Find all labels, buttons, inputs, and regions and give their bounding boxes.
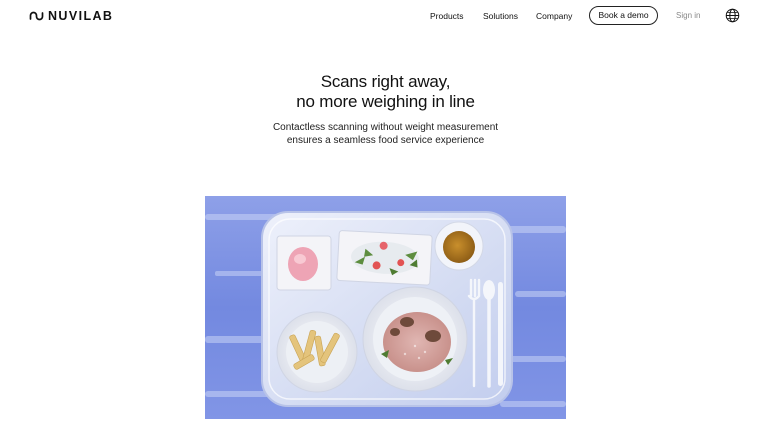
food-tray-illustration <box>205 196 566 419</box>
nav-link-solutions[interactable]: Solutions <box>483 10 518 22</box>
side-plate <box>276 311 358 393</box>
nuvilab-logo-icon <box>29 11 44 21</box>
hero-subtitle-line: Contactless scanning without weight meas… <box>272 122 499 133</box>
globe-icon[interactable] <box>725 8 740 23</box>
top-navigation: NUVILAB Products Solutions Company Book … <box>0 0 771 32</box>
soup-bowl <box>434 221 484 271</box>
hero-subtitle-line: ensures a seamless food service experien… <box>286 134 485 146</box>
sign-in-link[interactable]: Sign in <box>676 10 700 22</box>
dessert-dish <box>276 235 332 291</box>
hero-title: Scans right away, no more weighing in li… <box>0 72 771 112</box>
hero-subtitle: Contactless scanning without weight meas… <box>0 122 771 147</box>
nav-link-company[interactable]: Company <box>536 10 572 22</box>
nav-link-products[interactable]: Products <box>430 10 464 22</box>
hero-title-line: Scans right away, <box>320 72 451 91</box>
book-demo-button[interactable]: Book a demo <box>589 6 658 25</box>
hero-title-line: no more weighing in line <box>296 92 475 111</box>
brand-logo[interactable]: NUVILAB <box>29 8 113 24</box>
brand-name: NUVILAB <box>48 9 114 23</box>
salad-dish <box>336 230 433 286</box>
main-plate <box>362 286 468 392</box>
food-tray-image <box>205 196 566 419</box>
